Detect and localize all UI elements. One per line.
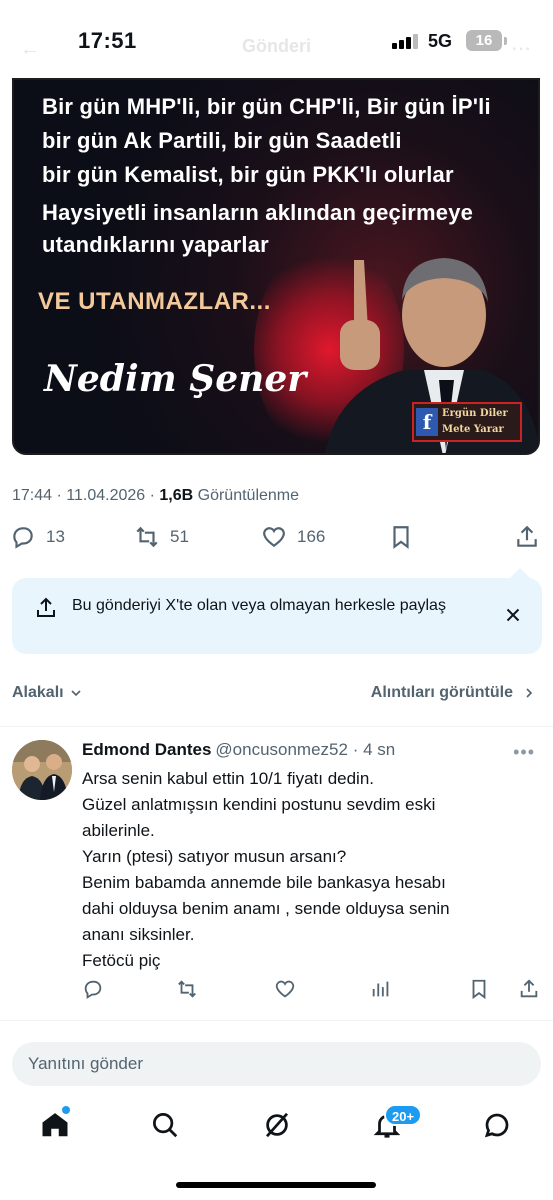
home-icon (42, 1113, 68, 1137)
heart-icon (263, 527, 285, 547)
views-label[interactable]: Görüntülenme (198, 487, 299, 504)
reply-author-handle[interactable]: @oncusonmez52 (215, 740, 348, 759)
home-indicator (176, 1182, 376, 1188)
status-bar: ← Gönderi ⋯ 17:51 5G 16 (0, 0, 553, 78)
reply-like-button[interactable] (274, 978, 296, 1005)
divider (0, 1020, 553, 1021)
reply-text-line: Benim babamda annemde bile bankasya hesa… (82, 873, 446, 892)
meta-separator: · (52, 487, 67, 504)
search-icon (153, 1113, 178, 1138)
bottom-tab-bar: 20+ (0, 1100, 553, 1156)
reply-views-button[interactable] (370, 978, 392, 1005)
tweet-date: 11.04.2026 (66, 487, 146, 504)
view-quotes-link[interactable]: Alıntıları görüntüle (371, 684, 537, 702)
tweet-meta: 17:44 · 11.04.2026 · 1,6B Görüntülenme (12, 487, 299, 505)
grok-icon (265, 1112, 289, 1138)
facebook-icon: f (416, 408, 438, 436)
tweet-time: 17:44 (12, 487, 53, 504)
bookmark-icon (472, 979, 486, 1000)
sort-dropdown[interactable]: Alakalı (12, 684, 84, 702)
sort-label: Alakalı (12, 684, 64, 701)
reply-action-row (0, 978, 553, 1006)
battery-icon: 16 (466, 30, 502, 51)
watermark-line: Ergün Diler (442, 408, 508, 419)
reply-input[interactable] (28, 1042, 508, 1086)
home-unread-dot (62, 1106, 70, 1114)
heart-icon (275, 980, 295, 998)
views-count[interactable]: 1,6B (159, 487, 193, 504)
chat-icon (484, 1113, 509, 1138)
watermark-badge: f Ergün Diler Mete Yarar (412, 402, 522, 442)
view-quotes-label: Alıntıları görüntüle (370, 684, 513, 701)
image-text-line: bir gün Ak Partili, bir gün Saadetli (42, 128, 402, 153)
reply-text-line: Arsa senin kabul ettin 10/1 fiyatı dedin… (82, 769, 375, 788)
chevron-down-icon (71, 690, 81, 697)
reply-text-line: ananı siksinler. (82, 925, 195, 944)
chevron-right-icon (526, 688, 533, 698)
analytics-icon (372, 981, 389, 997)
share-icon (517, 525, 537, 547)
watermark-text: Ergün Diler Mete Yarar (442, 406, 508, 438)
reply-text-line: Yarın (ptesi) satıyor musun arsanı? (82, 847, 347, 866)
reply-text-line: Güzel anlatmışsın kendini postunu sevdim… (82, 795, 436, 814)
reply-composer[interactable] (12, 1042, 541, 1086)
reply-text: Arsa senin kabul ettin 10/1 fiyatı dedin… (82, 766, 542, 974)
reply-reply-button[interactable] (82, 978, 104, 1005)
like-count: 166 (297, 527, 326, 546)
reply-icon (84, 980, 102, 999)
image-text-line: bir gün Kemalist, bir gün PKK'lı olurlar (42, 162, 454, 187)
share-button[interactable] (514, 524, 540, 550)
meta-separator: · (145, 487, 160, 504)
close-icon[interactable] (502, 604, 524, 626)
bookmark-icon (393, 526, 409, 549)
bookmark-button[interactable] (388, 524, 414, 550)
reply-header: Edmond Dantes @oncusonmez52 · 4 sn (82, 740, 395, 760)
tab-search[interactable] (150, 1110, 180, 1140)
reply-count: 13 (46, 527, 65, 546)
share-banner-text: Bu gönderiyi X'te olan veya olmayan herk… (72, 597, 446, 614)
more-options-icon[interactable]: ••• (513, 742, 535, 763)
divider (0, 726, 553, 727)
avatar-image (12, 740, 72, 800)
reply-separator: · (347, 740, 364, 759)
share-upload-icon (37, 597, 55, 617)
battery-tip (504, 37, 507, 45)
reply-share-button[interactable] (518, 978, 540, 1005)
signal-icon (392, 33, 420, 49)
reply-text-line: abilerinle. (82, 821, 155, 840)
reply-time: 4 sn (363, 740, 396, 759)
tweet-image[interactable]: Bir gün MHP'li, bir gün CHP'li, Bir gün … (12, 78, 540, 455)
reply-icon (13, 527, 33, 549)
reply-tweet[interactable]: Edmond Dantes @oncusonmez52 · 4 sn ••• Ar… (0, 728, 553, 1018)
tweet-action-row: 13 51 166 (0, 524, 553, 560)
share-icon (520, 979, 538, 998)
repost-icon (178, 980, 196, 998)
image-text-line: Bir gün MHP'li, bir gün CHP'li, Bir gün … (42, 94, 491, 119)
watermark-line: Mete Yarar (442, 424, 504, 435)
sort-row: Alakalı Alıntıları görüntüle (0, 680, 553, 710)
tab-home[interactable] (40, 1110, 70, 1140)
image-slogan: VE UTANMAZLAR... (38, 288, 271, 315)
repost-icon (136, 526, 158, 548)
image-text-line: utandıklarını yaparlar (42, 232, 269, 257)
share-banner[interactable]: Bu gönderiyi X'te olan veya olmayan herk… (12, 568, 542, 654)
avatar[interactable] (12, 740, 72, 800)
status-time: 17:51 (78, 28, 137, 53)
tab-messages[interactable] (482, 1110, 512, 1140)
tab-grok[interactable] (262, 1110, 292, 1140)
reply-text-line: dahi olduysa benim anamı , sende olduysa… (82, 899, 450, 918)
reply-bookmark-button[interactable] (468, 978, 490, 1005)
reply-text-line: Fetöcü piç (82, 951, 161, 970)
reply-repost-button[interactable] (176, 978, 198, 1005)
more-icon[interactable]: ⋯ (511, 36, 531, 61)
reply-button[interactable]: 13 (10, 524, 65, 550)
network-type: 5G (428, 31, 453, 51)
reply-author-name[interactable]: Edmond Dantes (82, 740, 211, 759)
image-signature: Nedim Şener (44, 358, 307, 400)
like-button[interactable]: 166 (261, 524, 325, 550)
notification-badge: 20+ (384, 1104, 423, 1126)
repost-button[interactable]: 51 (134, 524, 189, 550)
repost-count: 51 (170, 527, 189, 546)
